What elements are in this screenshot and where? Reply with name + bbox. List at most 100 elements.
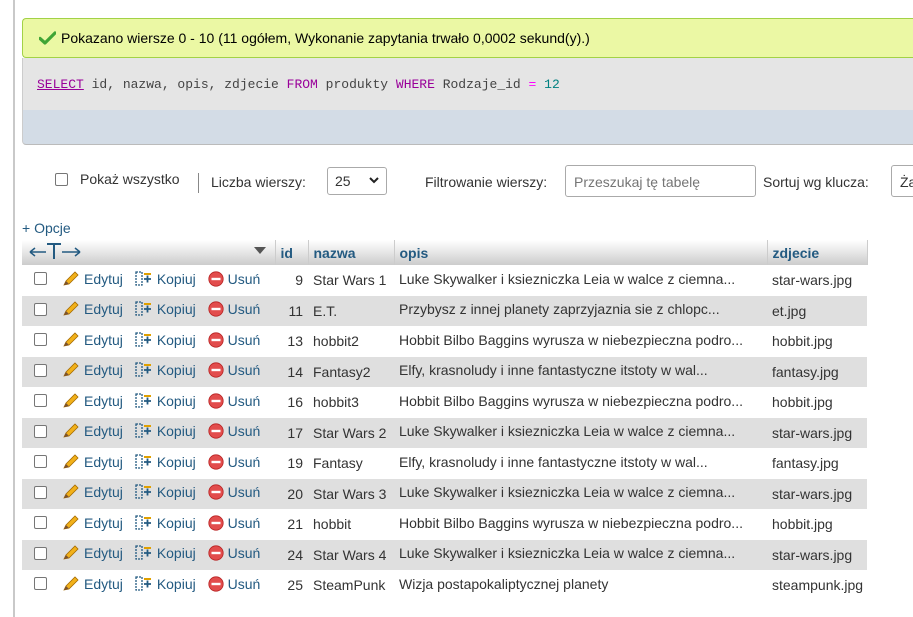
row-checkbox[interactable] [34, 394, 47, 408]
rows-count-select[interactable]: 25 [327, 167, 387, 195]
cell-id[interactable]: 16 [275, 387, 308, 418]
cell-zdjecie[interactable]: star-wars.jpg [767, 265, 867, 296]
delete-button[interactable]: Usuń [208, 301, 260, 317]
cell-id[interactable]: 13 [275, 326, 308, 357]
cell-id[interactable]: 24 [275, 539, 308, 570]
show-all-checkbox[interactable] [55, 173, 68, 186]
copy-button[interactable]: Kopiuj [135, 515, 196, 531]
delete-button[interactable]: Usuń [208, 454, 260, 470]
cell-opis[interactable]: Przybysz z innej planety zaprzyjaznia si… [394, 295, 767, 326]
delete-button[interactable]: Usuń [208, 362, 260, 378]
filter-rows-input[interactable]: Przeszukaj tę tabelę [565, 165, 756, 197]
delete-button[interactable]: Usuń [208, 423, 260, 439]
cell-id[interactable]: 11 [275, 295, 308, 326]
cell-nazwa[interactable]: Star Wars 1 [308, 265, 394, 296]
cell-nazwa[interactable]: Star Wars 3 [308, 478, 394, 509]
sort-by-key-select[interactable]: Ża [891, 165, 913, 197]
cell-opis[interactable]: Wizja postapokaliptycznej planety [394, 570, 767, 601]
cell-zdjecie[interactable]: star-wars.jpg [767, 417, 867, 448]
cell-opis[interactable]: Luke Skywalker i ksiezniczka Leia w walc… [394, 539, 767, 570]
cell-zdjecie[interactable]: et.jpg [767, 295, 867, 326]
delete-button[interactable]: Usuń [208, 545, 260, 561]
cell-opis[interactable]: Hobbit Bilbo Baggins wyrusza w niebezpie… [394, 326, 767, 357]
cell-opis[interactable]: Luke Skywalker i ksiezniczka Leia w walc… [394, 265, 767, 296]
row-checkbox[interactable] [34, 424, 47, 438]
cell-opis[interactable]: Luke Skywalker i ksiezniczka Leia w walc… [394, 478, 767, 509]
copy-button[interactable]: Kopiuj [135, 484, 196, 500]
edit-button[interactable]: Edytuj [62, 484, 123, 500]
cell-id[interactable]: 19 [275, 448, 308, 479]
cell-zdjecie[interactable]: star-wars.jpg [767, 478, 867, 509]
cell-nazwa[interactable]: Fantasy [308, 448, 394, 479]
column-header-id[interactable]: id [275, 240, 309, 265]
cell-id[interactable]: 21 [275, 509, 308, 540]
delete-button[interactable]: Usuń [208, 515, 260, 531]
edit-button[interactable]: Edytuj [62, 545, 123, 561]
edit-button[interactable]: Edytuj [62, 332, 123, 348]
column-arrows-icon[interactable] [26, 241, 86, 261]
delete-button[interactable]: Usuń [208, 484, 260, 500]
cell-id[interactable]: 9 [275, 265, 308, 296]
cell-opis[interactable]: Hobbit Bilbo Baggins wyrusza w niebezpie… [394, 387, 767, 418]
sql-keyword-select[interactable]: SELECT [37, 77, 84, 92]
cell-zdjecie[interactable]: hobbit.jpg [767, 509, 867, 540]
delete-button[interactable]: Usuń [208, 393, 260, 409]
cell-opis[interactable]: Hobbit Bilbo Baggins wyrusza w niebezpie… [394, 509, 767, 540]
column-header-zdjecie[interactable]: zdjecie [767, 240, 868, 265]
copy-button[interactable]: Kopiuj [135, 423, 196, 439]
cell-zdjecie[interactable]: fantasy.jpg [767, 356, 867, 387]
cell-opis[interactable]: Elfy, krasnoludy i inne fantastyczne its… [394, 448, 767, 479]
cell-nazwa[interactable]: Star Wars 2 [308, 417, 394, 448]
cell-zdjecie[interactable]: steampunk.jpg [767, 570, 867, 601]
cell-nazwa[interactable]: Star Wars 4 [308, 539, 394, 570]
row-checkbox[interactable] [34, 455, 47, 469]
copy-button[interactable]: Kopiuj [135, 393, 196, 409]
cell-nazwa[interactable]: hobbit3 [308, 387, 394, 418]
cell-nazwa[interactable]: Fantasy2 [308, 356, 394, 387]
copy-button[interactable]: Kopiuj [135, 332, 196, 348]
show-all-label[interactable]: Pokaż wszystko [80, 171, 180, 187]
edit-button[interactable]: Edytuj [62, 271, 123, 287]
edit-button[interactable]: Edytuj [62, 515, 123, 531]
edit-button[interactable]: Edytuj [62, 301, 123, 317]
sql-query-box[interactable]: SELECT id, nazwa, opis, zdjecie FROM pro… [22, 58, 913, 110]
copy-button[interactable]: Kopiuj [135, 271, 196, 287]
delete-button[interactable]: Usuń [208, 271, 260, 287]
copy-button[interactable]: Kopiuj [135, 301, 196, 317]
row-checkbox[interactable] [34, 577, 47, 591]
row-checkbox[interactable] [34, 302, 47, 316]
cell-id[interactable]: 17 [275, 417, 308, 448]
row-checkbox[interactable] [34, 363, 47, 377]
delete-button[interactable]: Usuń [208, 576, 260, 592]
column-header-opis[interactable]: opis [394, 240, 768, 265]
edit-button[interactable]: Edytuj [62, 576, 123, 592]
cell-id[interactable]: 20 [275, 478, 308, 509]
row-checkbox[interactable] [34, 516, 47, 530]
cell-opis[interactable]: Luke Skywalker i ksiezniczka Leia w walc… [394, 417, 767, 448]
row-checkbox[interactable] [34, 333, 47, 347]
copy-button[interactable]: Kopiuj [135, 362, 196, 378]
edit-button[interactable]: Edytuj [62, 393, 123, 409]
edit-button[interactable]: Edytuj [62, 423, 123, 439]
cell-id[interactable]: 14 [275, 356, 308, 387]
cell-opis[interactable]: Elfy, krasnoludy i inne fantastyczne its… [394, 356, 767, 387]
cell-nazwa[interactable]: hobbit [308, 509, 394, 540]
edit-button[interactable]: Edytuj [62, 454, 123, 470]
column-header-nazwa[interactable]: nazwa [308, 240, 395, 265]
edit-button[interactable]: Edytuj [62, 362, 123, 378]
copy-button[interactable]: Kopiuj [135, 545, 196, 561]
cell-id[interactable]: 25 [275, 570, 308, 601]
cell-zdjecie[interactable]: fantasy.jpg [767, 448, 867, 479]
row-checkbox[interactable] [34, 485, 47, 499]
options-link[interactable]: + Opcje [22, 220, 71, 236]
copy-button[interactable]: Kopiuj [135, 576, 196, 592]
row-checkbox[interactable] [34, 272, 47, 286]
sort-dropdown-icon[interactable] [253, 245, 267, 255]
cell-nazwa[interactable]: hobbit2 [308, 326, 394, 357]
copy-button[interactable]: Kopiuj [135, 454, 196, 470]
cell-zdjecie[interactable]: hobbit.jpg [767, 326, 867, 357]
row-checkbox[interactable] [34, 546, 47, 560]
cell-zdjecie[interactable]: star-wars.jpg [767, 539, 867, 570]
cell-nazwa[interactable]: E.T. [308, 295, 394, 326]
cell-zdjecie[interactable]: hobbit.jpg [767, 387, 867, 418]
